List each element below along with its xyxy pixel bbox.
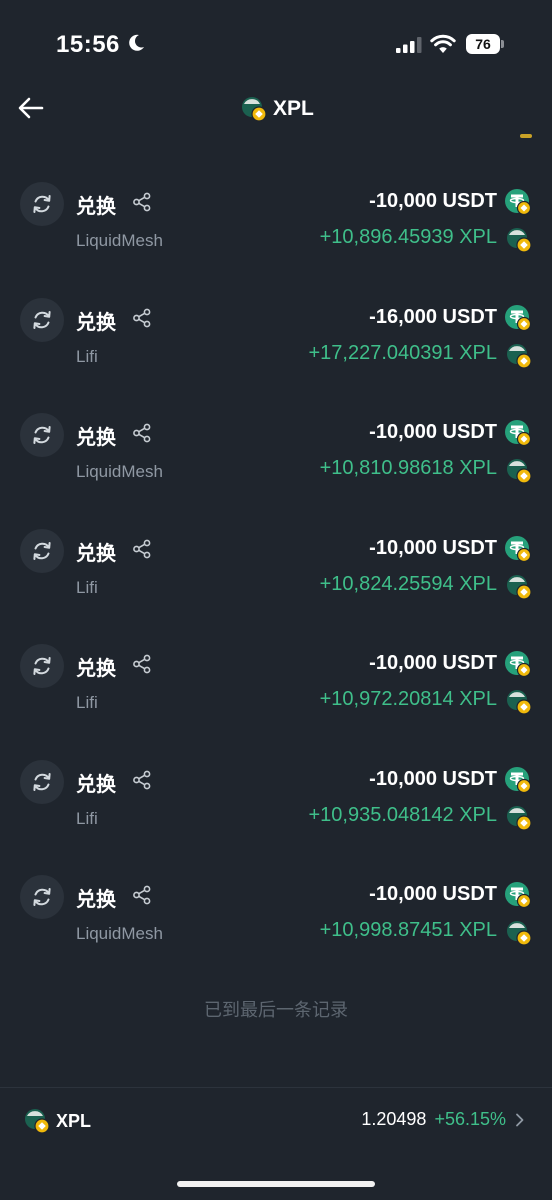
footer-price: 1.20498 xyxy=(361,1109,427,1129)
transaction-row[interactable]: 兑换 LiquidMesh -10,000 USDT +10,810.98618… xyxy=(0,401,552,517)
transaction-row[interactable]: 兑换 LiquidMesh -10,000 USDT +10,896.45939… xyxy=(0,170,552,286)
swap-icon xyxy=(20,413,64,457)
status-bar: 15:56 76 xyxy=(0,0,552,90)
usdt-coin-icon xyxy=(504,188,532,216)
share-icon[interactable] xyxy=(132,654,152,674)
xpl-coin-icon xyxy=(506,689,532,715)
transaction-type: 兑换 xyxy=(76,427,116,449)
xpl-coin-icon xyxy=(506,343,532,369)
transaction-provider: LiquidMesh xyxy=(76,231,163,250)
usdt-coin-icon xyxy=(504,419,532,447)
amount-in: +10,810.98618 XPL xyxy=(319,457,497,479)
swap-icon xyxy=(20,528,64,573)
amount-out: -10,000 USDT xyxy=(369,190,497,212)
transaction-type: 兑换 xyxy=(76,773,116,796)
amount-out: -10,000 USDT xyxy=(369,536,497,559)
battery-tip xyxy=(501,40,504,48)
transaction-list: 兑换 LiquidMesh -10,000 USDT +10,896.45939… xyxy=(0,170,552,979)
transaction-provider: Lifi xyxy=(76,808,98,828)
transaction-type: 兑换 xyxy=(76,196,116,218)
xpl-coin-icon xyxy=(506,227,532,253)
xpl-coin-icon xyxy=(506,920,532,946)
signal-icon xyxy=(396,37,422,53)
transaction-row[interactable]: 兑换 Lifi -10,000 USDT +10,935.048142 XPL xyxy=(0,748,552,864)
amount-out: -16,000 USDT xyxy=(369,305,497,328)
footer-symbol: XPL xyxy=(56,1110,92,1131)
amount-in: +10,896.45939 XPL xyxy=(319,226,497,248)
xpl-coin-icon xyxy=(24,1108,50,1134)
page-title-group: XPL xyxy=(241,94,314,124)
chevron-right-icon xyxy=(516,1113,524,1126)
transaction-row[interactable]: 兑换 Lifi -16,000 USDT +17,227.040391 XPL xyxy=(0,286,552,402)
transaction-row[interactable]: 兑换 Lifi -10,000 USDT +10,824.25594 XPL xyxy=(0,517,552,633)
xpl-coin-icon xyxy=(506,458,532,484)
share-icon[interactable] xyxy=(132,308,152,328)
swap-icon xyxy=(20,644,64,688)
battery-level: 76 xyxy=(466,34,500,54)
transaction-provider: LiquidMesh xyxy=(76,924,163,943)
share-icon[interactable] xyxy=(132,539,152,559)
transaction-provider: Lifi xyxy=(76,346,98,366)
usdt-coin-icon xyxy=(504,304,532,331)
transaction-type: 兑换 xyxy=(76,542,116,565)
usdt-coin-icon xyxy=(504,881,532,909)
share-icon[interactable] xyxy=(132,770,152,790)
swap-icon xyxy=(20,875,64,919)
usdt-coin-icon xyxy=(504,650,532,678)
transaction-row[interactable]: 兑换 LiquidMesh -10,000 USDT +10,998.87451… xyxy=(0,863,552,979)
amount-in: +10,972.20814 XPL xyxy=(319,688,497,710)
amount-in: +10,935.048142 XPL xyxy=(308,803,497,826)
footer-change: +56.15% xyxy=(434,1109,506,1129)
moon-icon xyxy=(129,34,144,51)
share-icon[interactable] xyxy=(132,192,152,212)
transaction-provider: Lifi xyxy=(76,577,98,597)
footer-price-link[interactable]: 1.20498 +56.15% xyxy=(361,1109,526,1130)
footer-token[interactable]: XPL xyxy=(24,1108,91,1134)
swap-icon xyxy=(20,759,64,804)
arrow-left-icon[interactable] xyxy=(18,96,44,120)
end-of-list-note: 已到最后一条记录 xyxy=(204,1000,348,1020)
xpl-coin-icon xyxy=(506,805,532,831)
transaction-provider: LiquidMesh xyxy=(76,462,163,481)
amount-out: -10,000 USDT xyxy=(369,767,497,790)
home-indicator xyxy=(177,1181,375,1187)
xpl-coin-icon xyxy=(241,96,267,122)
share-icon[interactable] xyxy=(132,423,152,443)
amount-in: +10,824.25594 XPL xyxy=(319,572,497,595)
amount-in: +17,227.040391 XPL xyxy=(308,341,497,364)
transaction-type: 兑换 xyxy=(76,889,116,911)
transaction-provider: Lifi xyxy=(76,693,98,712)
xpl-coin-icon xyxy=(506,574,532,600)
transaction-row[interactable]: 兑换 Lifi -10,000 USDT +10,972.20814 XPL xyxy=(0,632,552,748)
amount-out: -10,000 USDT xyxy=(369,652,497,674)
swap-icon xyxy=(20,182,64,226)
usdt-coin-icon xyxy=(504,766,532,793)
share-icon[interactable] xyxy=(132,885,152,905)
page-title: XPL xyxy=(273,97,314,120)
header: XPL xyxy=(0,90,552,138)
amount-out: -10,000 USDT xyxy=(369,883,497,905)
header-edge-mark xyxy=(520,134,532,138)
swap-icon xyxy=(20,297,64,342)
battery-icon: 76 xyxy=(466,34,504,54)
usdt-coin-icon xyxy=(504,535,532,562)
amount-out: -10,000 USDT xyxy=(369,421,497,443)
wifi-icon xyxy=(430,34,456,53)
transaction-type: 兑换 xyxy=(76,311,116,334)
footer-bar: XPL 1.20498 +56.15% xyxy=(0,1087,552,1158)
status-time: 15:56 xyxy=(56,31,120,58)
amount-in: +10,998.87451 XPL xyxy=(319,919,497,941)
transaction-type: 兑换 xyxy=(76,658,116,680)
